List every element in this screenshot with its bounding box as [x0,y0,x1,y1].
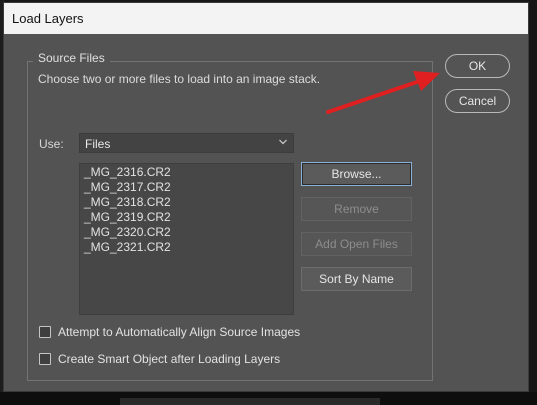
red-annotation-arrow [326,71,440,114]
